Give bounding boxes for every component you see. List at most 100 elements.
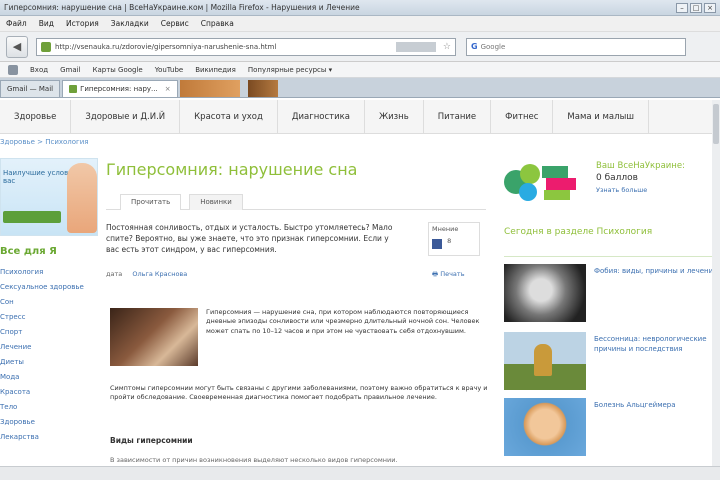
article-paragraph: Гиперсомния — нарушение сна, при котором… (206, 308, 480, 335)
banner-image (247, 80, 278, 97)
ad-photo (67, 163, 97, 233)
bookmarks-menu-icon[interactable] (8, 64, 18, 75)
related-article[interactable]: Фобия: виды, причины и лечение (504, 264, 718, 324)
menu-help[interactable]: Справка (201, 19, 234, 28)
bookmark-star-icon[interactable]: ☆ (443, 42, 455, 52)
left-link[interactable]: Сексуальное здоровье (0, 283, 90, 298)
related-link[interactable]: Болезнь Альцгеймера (594, 400, 718, 410)
site-nav-item[interactable]: Мама и малыш (553, 99, 650, 134)
left-link[interactable]: Сон (0, 298, 90, 313)
site-nav-item[interactable]: Жизнь (365, 99, 424, 134)
left-link[interactable]: Мода (0, 373, 90, 388)
search-input[interactable] (480, 42, 641, 51)
points-more-link[interactable]: Узнать больше (596, 184, 685, 196)
points-title: Ваш ВсеНаУкраине: (596, 161, 685, 171)
address-bar[interactable]: http://vsenauka.ru/zdorovie/gipersomniya… (36, 37, 456, 56)
bookmark-link[interactable]: Gmail (60, 66, 80, 74)
back-icon[interactable]: ◀ (6, 35, 28, 58)
bookmark-link[interactable]: Популярные ресурсы ▾ (248, 66, 332, 74)
left-link[interactable]: Диеты (0, 358, 90, 373)
tab-gmail[interactable]: Gmail — Mail (0, 80, 61, 97)
related-link[interactable]: Фобия: виды, причины и лечение (594, 266, 718, 276)
site-favicon-icon (41, 41, 51, 52)
article-author[interactable]: Ольга Краснова (132, 270, 187, 278)
google-icon: G (471, 42, 478, 51)
left-link[interactable]: Красота (0, 388, 90, 403)
site-logo[interactable] (502, 160, 584, 204)
bookmark-link[interactable]: Карты Google (93, 66, 143, 74)
left-link[interactable]: Стресс (0, 313, 90, 328)
article-subheading: Виды гиперсомнии (110, 436, 193, 445)
logo-circle (520, 164, 540, 184)
left-link[interactable]: Лечение (0, 343, 90, 358)
site-nav-item[interactable]: Питание (424, 99, 492, 134)
print-label: Печать (440, 270, 465, 278)
logo-circle (519, 183, 537, 201)
left-link[interactable]: Спорт (0, 328, 90, 343)
address-url[interactable]: http://vsenauka.ru/zdorovie/gipersomniya… (55, 43, 392, 51)
article-meta: дата Ольга Краснова (106, 270, 187, 278)
banner-image (179, 80, 240, 97)
points-value: 0 баллов (596, 173, 638, 183)
menu-file[interactable]: Файл (6, 19, 27, 28)
related-thumbnail[interactable] (504, 332, 586, 390)
site-nav-item[interactable]: Здоровые и Д.И.Й (71, 99, 181, 134)
minimize-icon[interactable]: – (676, 2, 688, 13)
site-nav-item[interactable]: Диагностика (278, 99, 365, 134)
bookmark-link[interactable]: Вход (30, 66, 48, 74)
tab-strip: Gmail — Mail Гиперсомния: нару... × (0, 78, 720, 98)
close-icon[interactable]: × (704, 2, 716, 13)
menu-view[interactable]: Вид (39, 19, 54, 28)
article-title: Гиперсомния: нарушение сна (106, 160, 358, 179)
logo-block (542, 166, 568, 178)
navigation-toolbar: ◀ http://vsenauka.ru/zdorovie/gipersomni… (0, 32, 720, 62)
site-nav-item[interactable]: Красота и уход (180, 99, 278, 134)
search-box[interactable]: G (466, 37, 686, 56)
site-nav-item[interactable]: Фитнес (491, 99, 554, 134)
left-link-list: Психология Сексуальное здоровье Сон Стре… (0, 268, 90, 448)
left-heading: Все для Я (0, 246, 57, 257)
article-date: дата (106, 270, 123, 278)
tab-read[interactable]: Прочитать (120, 194, 182, 210)
tab-favicon-icon (69, 85, 78, 93)
left-link[interactable]: Тело (0, 403, 90, 418)
breadcrumb[interactable]: Здоровье > Психология (0, 138, 89, 146)
menu-bar: Файл Вид История Закладки Сервис Справка (0, 16, 720, 32)
article-paragraph: В зависимости от причин возникновения вы… (110, 456, 398, 464)
page-scrollbar[interactable] (712, 100, 720, 466)
related-thumbnail[interactable] (504, 398, 586, 456)
left-link[interactable]: Лекарства (0, 433, 90, 448)
bookmark-link[interactable]: YouTube (155, 66, 183, 74)
related-article[interactable]: Бессонница: неврологические причины и по… (504, 332, 718, 392)
related-article[interactable]: Болезнь Альцгеймера (504, 398, 718, 458)
article-paragraph: Симптомы гиперсомнии могут быть связаны … (110, 384, 488, 402)
points-panel: Ваш ВсеНаУкраине: 0 баллов Узнать больше (596, 160, 685, 196)
tab-new[interactable]: Новинки (189, 194, 243, 210)
maximize-icon[interactable]: □ (690, 2, 702, 13)
site-navigation: Здоровье Здоровые и Д.И.Й Красота и уход… (0, 99, 720, 134)
share-label: Мнение (432, 225, 459, 233)
menu-bookmarks[interactable]: Закладки (111, 19, 149, 28)
tab-close-icon[interactable]: × (165, 81, 171, 97)
bookmark-link[interactable]: Википедия (195, 66, 236, 74)
ad-button[interactable] (3, 211, 61, 223)
facebook-icon[interactable] (432, 239, 442, 249)
menu-history[interactable]: История (66, 19, 99, 28)
section-title: Сегодня в разделе Психология (504, 227, 653, 237)
related-thumbnail[interactable] (504, 264, 586, 322)
site-nav-item[interactable]: Здоровье (0, 99, 72, 134)
status-bar (0, 466, 720, 480)
tab-label: Гиперсомния: нару... (80, 85, 158, 93)
tab-article[interactable]: Гиперсомния: нару... × (62, 80, 178, 97)
share-box: Мнение 8 (428, 222, 480, 256)
address-dropdown[interactable] (395, 41, 436, 52)
left-link[interactable]: Психология (0, 268, 90, 283)
left-advertisement[interactable]: Наилучшие условия для вас (0, 158, 98, 236)
divider (504, 256, 714, 257)
related-link[interactable]: Бессонница: неврологические причины и по… (594, 334, 718, 354)
menu-tools[interactable]: Сервис (161, 19, 189, 28)
scroll-thumb[interactable] (713, 104, 719, 144)
left-link[interactable]: Здоровье (0, 418, 90, 433)
article-tabs: Прочитать Новинки (106, 194, 486, 210)
print-link[interactable]: 🖶 Печать (432, 270, 465, 281)
